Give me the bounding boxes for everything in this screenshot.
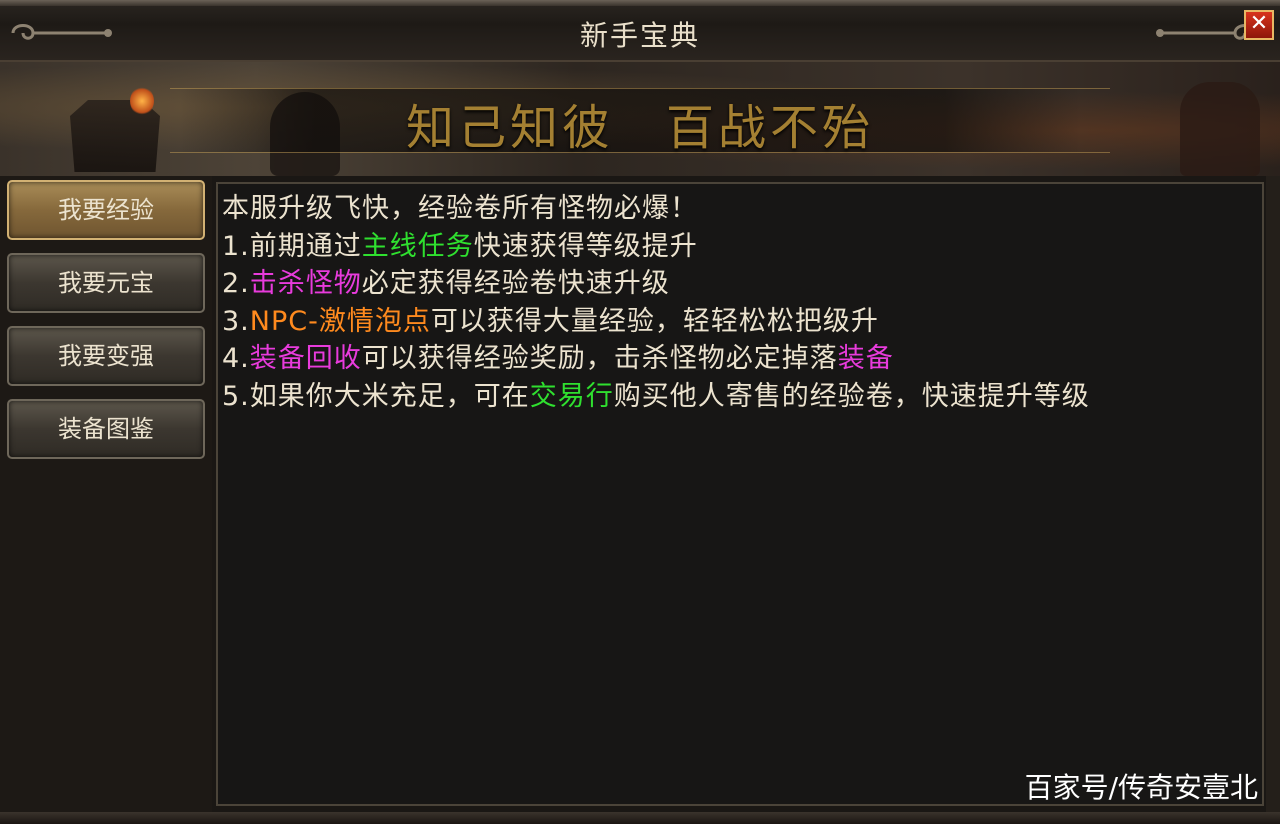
guide-line-3: 3.NPC-激情泡点可以获得大量经验，轻轻松松把级升 (222, 303, 1262, 341)
guide-text: 可以获得经验奖励，击杀怪物必定掉落 (361, 343, 838, 374)
equipment-recycle-highlight: 装备回收 (249, 343, 362, 374)
banner: 知己知彼 百战不殆 (0, 62, 1280, 176)
guide-line-1: 1.前期通过主线任务快速获得等级提升 (222, 228, 1262, 266)
npc-afk-highlight: NPC-激情泡点 (249, 305, 431, 337)
window-bottom-edge (0, 812, 1280, 824)
sidebar: 我要经验 我要元宝 我要变强 装备图鉴 (0, 176, 212, 812)
guide-text: 必定获得经验卷快速升级 (361, 268, 670, 299)
guide-line-2: 2.击杀怪物必定获得经验卷快速升级 (222, 265, 1262, 303)
kill-monsters-highlight: 击杀怪物 (249, 268, 362, 299)
sidebar-item-power-up[interactable]: 我要变强 (7, 326, 205, 386)
sidebar-item-ingot[interactable]: 我要元宝 (7, 253, 205, 313)
window-title: 新手宝典 (579, 19, 700, 52)
sidebar-item-equipment-catalog[interactable]: 装备图鉴 (7, 399, 205, 459)
main-quest-highlight: 主线任务 (361, 230, 474, 262)
trading-house-highlight: 交易行 (529, 380, 614, 412)
guide-text: 快速获得等级提升 (473, 230, 698, 262)
guide-line-4: 4.装备回收可以获得经验奖励，击杀怪物必定掉落装备 (222, 340, 1262, 378)
guide-line-5: 5.如果你大米充足，可在交易行购买他人寄售的经验卷，快速提升等级 (222, 378, 1262, 416)
sidebar-item-experience[interactable]: 我要经验 (7, 180, 205, 240)
guide-content-panel: 本服升级飞快，经验卷所有怪物必爆！ 1.前期通过主线任务快速获得等级提升 2.击… (216, 182, 1264, 806)
guide-text: 4. (222, 343, 250, 374)
title-bar-edge (0, 0, 1280, 6)
watermark: 百家号/传奇安壹北 (1024, 771, 1258, 804)
guide-text: 5.如果你大米充足，可在 (222, 380, 530, 412)
title-bar: 新手宝典 ✕ (0, 0, 1280, 62)
guide-text: 购买他人寄售的经验卷，快速提升等级 (613, 380, 1090, 412)
close-button[interactable]: ✕ (1244, 10, 1274, 40)
guide-line-intro: 本服升级飞快，经验卷所有怪物必爆！ (222, 190, 1262, 228)
window-right-edge (1266, 176, 1280, 812)
equipment-highlight: 装备 (837, 343, 894, 374)
guide-text: 1.前期通过 (222, 230, 362, 262)
guide-text: 本服升级飞快，经验卷所有怪物必爆！ (222, 193, 698, 224)
guide-text: 可以获得大量经验，轻轻松松把级升 (430, 305, 879, 337)
banner-slogan: 知己知彼 百战不殆 (405, 100, 874, 156)
guide-text: 2. (222, 268, 250, 299)
guide-text: 3. (222, 305, 250, 337)
